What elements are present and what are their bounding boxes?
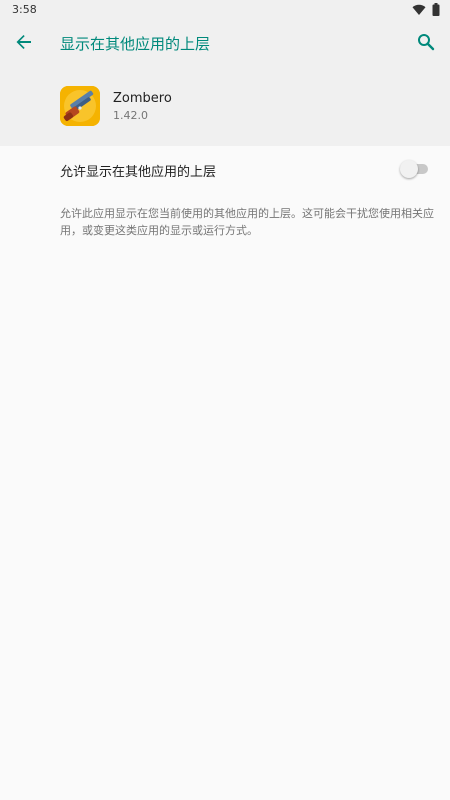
screen: 3:58 显示在其他应用的上层 Zombero 1.42.0 允许显示在其他应用… xyxy=(0,0,450,800)
arrow-back-icon xyxy=(15,33,33,55)
app-bar: 显示在其他应用的上层 xyxy=(0,20,450,68)
wifi-icon xyxy=(412,1,426,20)
search-button[interactable] xyxy=(412,30,440,58)
app-name: Zombero xyxy=(113,91,172,106)
zombero-app-icon xyxy=(60,86,100,126)
overlay-permission-row[interactable]: 允许显示在其他应用的上层 xyxy=(0,146,450,194)
overlay-permission-toggle[interactable] xyxy=(400,160,428,178)
setting-label: 允许显示在其他应用的上层 xyxy=(60,165,217,180)
status-bar: 3:58 xyxy=(0,0,450,20)
status-icons xyxy=(412,1,440,20)
app-version: 1.42.0 xyxy=(113,109,148,122)
status-time: 3:58 xyxy=(12,3,37,16)
permission-description: 允许此应用显示在您当前使用的其他应用的上层。这可能会干扰您使用相关应用，或变更这… xyxy=(60,207,434,237)
toggle-thumb xyxy=(400,160,418,178)
app-header: Zombero 1.42.0 xyxy=(0,68,450,146)
battery-icon xyxy=(432,1,440,20)
page-title: 显示在其他应用的上层 xyxy=(60,35,211,53)
back-button[interactable] xyxy=(10,30,38,58)
search-icon xyxy=(417,33,435,55)
